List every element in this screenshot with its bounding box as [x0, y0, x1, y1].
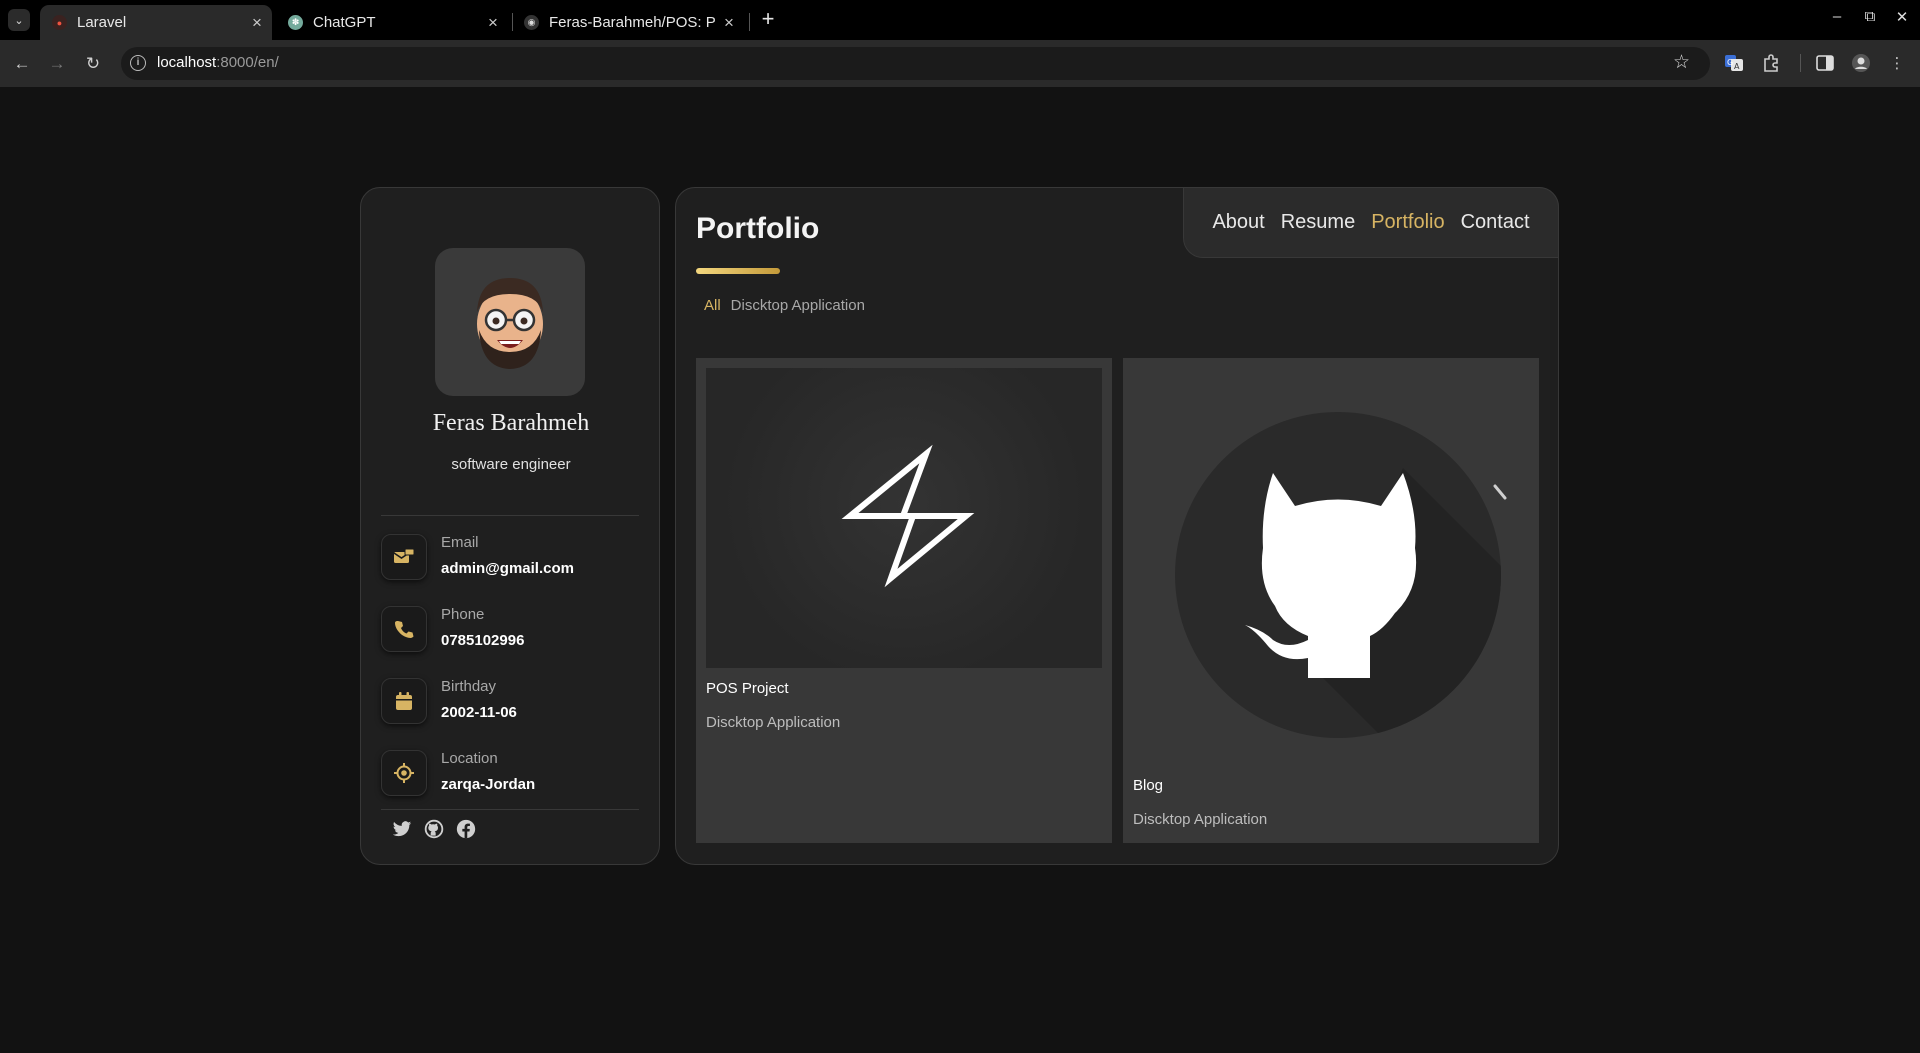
nav-contact[interactable]: Contact	[1461, 211, 1530, 234]
memoji-avatar-icon	[477, 278, 543, 369]
extensions-puzzle-icon[interactable]	[1760, 52, 1782, 74]
project-card-pos[interactable]: POS Project Discktop Application	[696, 358, 1112, 843]
project-category: Discktop Application	[706, 714, 841, 731]
tab-laravel[interactable]: ● Laravel ×	[40, 5, 272, 40]
facebook-icon[interactable]	[455, 818, 477, 840]
contact-value: zarqa-Jordan	[441, 776, 536, 793]
laravel-favicon-icon: ●	[52, 15, 67, 30]
profile-avatar-icon[interactable]	[1850, 52, 1872, 74]
tab-title: Feras-Barahmeh/POS: P	[549, 14, 716, 31]
contact-phone: Phone 0785102996	[381, 606, 641, 658]
avatar	[435, 248, 585, 396]
project-category: Discktop Application	[1133, 811, 1268, 828]
side-panel-icon[interactable]	[1814, 52, 1836, 74]
main-navbar: About Resume Portfolio Contact	[1183, 187, 1559, 258]
address-bar[interactable]	[121, 47, 1710, 80]
tab-github[interactable]: ◉ Feras-Barahmeh/POS: P ×	[512, 5, 744, 40]
tab-title: ChatGPT	[313, 14, 376, 31]
project-card-blog[interactable]: Blog Discktop Application	[1123, 358, 1539, 843]
tab-title: Laravel	[77, 14, 127, 31]
filter-desktop-application[interactable]: Discktop Application	[731, 297, 865, 314]
minimize-icon[interactable]: –	[1825, 8, 1849, 25]
close-tab-icon[interactable]: ×	[246, 13, 268, 33]
contact-value[interactable]: 0785102996	[441, 632, 524, 649]
filter-all[interactable]: All	[704, 297, 721, 314]
reload-icon[interactable]: ↻	[79, 50, 107, 78]
location-icon	[381, 750, 427, 796]
toolbar-divider	[1800, 54, 1801, 72]
github-favicon-icon: ◉	[524, 15, 539, 30]
svg-text:G: G	[1727, 58, 1733, 67]
project-thumbnail[interactable]	[706, 368, 1102, 668]
social-links	[391, 818, 477, 840]
bookmark-star-icon[interactable]: ☆	[1673, 51, 1690, 74]
svg-text:A: A	[1734, 62, 1740, 71]
mail-icon	[381, 534, 427, 580]
new-tab-button[interactable]: +	[756, 8, 780, 32]
back-icon[interactable]: ←	[8, 50, 36, 78]
project-title[interactable]: POS Project	[706, 680, 789, 697]
lightning-logo-icon	[841, 444, 975, 588]
browser-tab-strip: ⌄ ● Laravel × ✽ ChatGPT × ◉ Feras-Barahm…	[0, 0, 1920, 40]
browser-menu-icon[interactable]: ⋮	[1886, 52, 1908, 74]
contact-value[interactable]: admin@gmail.com	[441, 560, 574, 577]
nav-about[interactable]: About	[1212, 211, 1264, 234]
project-thumbnail[interactable]	[1133, 368, 1529, 768]
contact-label: Phone	[441, 606, 485, 623]
sidebar-divider	[381, 515, 639, 516]
contact-label: Birthday	[441, 678, 497, 695]
tab-chatgpt[interactable]: ✽ ChatGPT ×	[276, 5, 508, 40]
tab-search-button[interactable]: ⌄	[8, 9, 30, 31]
close-window-icon[interactable]: ✕	[1890, 8, 1914, 26]
tab-divider	[749, 13, 750, 31]
title-underline	[696, 268, 780, 274]
calendar-icon	[381, 678, 427, 724]
portfolio-filters: All Discktop Application	[704, 297, 865, 314]
github-octocat-logo-icon	[1175, 412, 1507, 738]
contact-label: Email	[441, 534, 479, 551]
contact-birthday: Birthday 2002-11-06	[381, 678, 641, 730]
contact-label: Location	[441, 750, 498, 767]
profile-job-title: software engineer	[451, 456, 571, 473]
twitter-icon[interactable]	[391, 818, 413, 840]
close-tab-icon[interactable]: ×	[482, 13, 504, 33]
chatgpt-favicon-icon: ✽	[288, 15, 303, 30]
restore-icon[interactable]: ⧉	[1858, 8, 1882, 25]
site-info-icon[interactable]: i	[130, 55, 146, 71]
contact-email: Email admin@gmail.com	[381, 534, 641, 586]
nav-portfolio[interactable]: Portfolio	[1371, 211, 1444, 234]
translate-extension-icon[interactable]: GA	[1723, 52, 1745, 74]
contact-location: Location zarqa-Jordan	[381, 750, 641, 802]
contact-value: 2002-11-06	[441, 704, 517, 721]
github-icon[interactable]	[423, 818, 445, 840]
nav-resume[interactable]: Resume	[1281, 211, 1355, 234]
page-title: Portfolio	[696, 212, 820, 245]
profile-sidebar: Feras Barahmeh software engineer Email a…	[360, 187, 660, 865]
profile-name: Feras Barahmeh	[432, 410, 590, 436]
close-tab-icon[interactable]: ×	[718, 13, 740, 33]
forward-icon[interactable]: →	[43, 50, 71, 78]
portfolio-panel: About Resume Portfolio Contact Portfolio…	[675, 187, 1559, 865]
sidebar-divider	[381, 809, 639, 810]
phone-icon	[381, 606, 427, 652]
project-title[interactable]: Blog	[1133, 777, 1163, 794]
url-text[interactable]: localhost:8000/en/	[157, 54, 279, 71]
